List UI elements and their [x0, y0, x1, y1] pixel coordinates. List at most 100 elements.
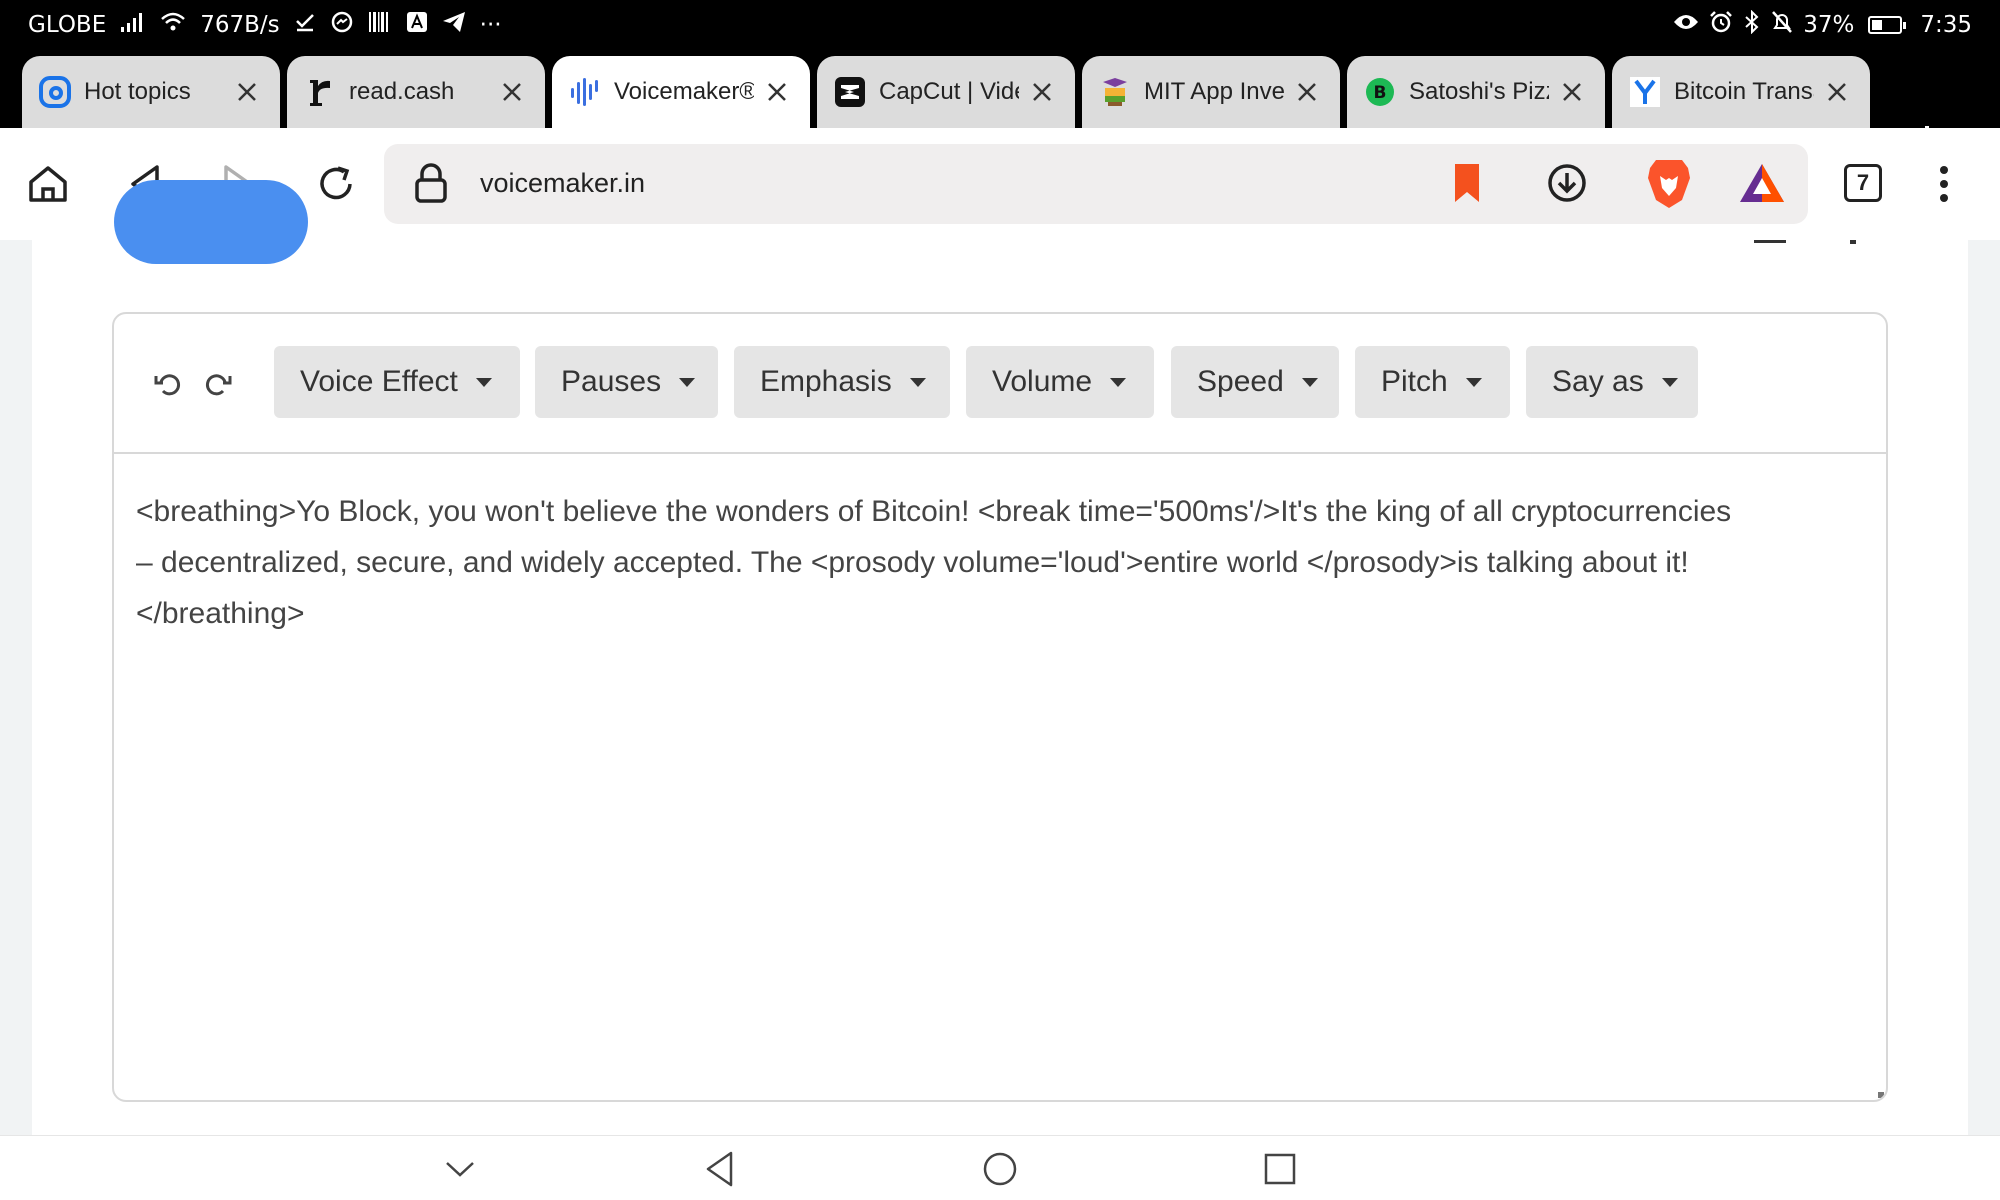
read-cash-r-icon — [303, 75, 337, 109]
close-icon[interactable] — [232, 77, 262, 107]
carrier-name: GLOBE — [28, 12, 107, 38]
tab-title: CapCut | Vide — [879, 78, 1019, 105]
close-icon[interactable] — [1557, 77, 1587, 107]
volume-dropdown[interactable]: Volume — [966, 346, 1154, 418]
more-vert-icon — [1940, 166, 1948, 202]
caret-down-icon — [1661, 377, 1678, 387]
tab-read-cash[interactable]: read.cash — [287, 56, 545, 128]
resize-handle[interactable] — [1878, 1092, 1884, 1098]
close-icon[interactable] — [762, 77, 792, 107]
say-as-dropdown[interactable]: Say as — [1526, 346, 1698, 418]
dropdown-label: Speed — [1197, 365, 1284, 398]
reload-icon — [320, 166, 352, 200]
tab-satoshis-pizza[interactable]: B Satoshi's Pizz — [1347, 56, 1605, 128]
undo-button[interactable] — [150, 366, 186, 402]
system-navigation-bar — [0, 1135, 2000, 1200]
redo-button[interactable] — [200, 366, 236, 402]
close-icon[interactable] — [1822, 77, 1852, 107]
nav-home-icon — [983, 1152, 1017, 1186]
battery-percent: 37% — [1803, 12, 1855, 38]
bat-rewards-icon[interactable] — [1738, 162, 1786, 209]
tab-voicemaker[interactable]: Voicemaker® — [552, 56, 810, 128]
alarm-icon — [1709, 10, 1733, 40]
dropdown-label: Pitch — [1381, 365, 1448, 398]
text-line: – decentralized, secure, and widely acce… — [136, 546, 1689, 579]
dropdown-label: Emphasis — [760, 365, 892, 398]
voice-effect-dropdown[interactable]: Voice Effect — [274, 346, 520, 418]
nav-recents-icon — [1264, 1153, 1296, 1185]
dropdown-label: Volume — [992, 365, 1093, 398]
app-a-icon — [406, 11, 428, 39]
close-icon[interactable] — [1292, 77, 1322, 107]
tab-switcher-button[interactable]: 7 — [1844, 164, 1882, 202]
eye-icon — [1673, 12, 1699, 38]
capcut-icon — [833, 75, 867, 109]
dropdown-label: Pauses — [561, 365, 662, 398]
pitch-dropdown[interactable]: Pitch — [1355, 346, 1510, 418]
hide-keyboard-button[interactable] — [437, 1146, 483, 1192]
divider-stub — [1850, 240, 1856, 244]
caret-down-icon — [1301, 377, 1318, 387]
dropdown-label: Voice Effect — [300, 365, 458, 398]
messenger-icon — [330, 10, 354, 40]
clock: 7:35 — [1920, 12, 1972, 38]
mit-app-inventor-icon — [1098, 75, 1132, 109]
tab-title: read.cash — [349, 78, 455, 105]
address-bar[interactable]: voicemaker.in — [384, 144, 1808, 224]
download-check-icon — [294, 11, 316, 39]
tab-title: Hot topics — [84, 78, 191, 105]
bookmark-icon[interactable] — [1452, 162, 1482, 209]
tab-title: Satoshi's Pizz — [1409, 78, 1549, 105]
close-icon[interactable] — [497, 77, 527, 107]
ssml-text-area[interactable]: <breathing>Yo Block, you won't believe t… — [136, 486, 1876, 639]
svg-text:B: B — [1374, 83, 1387, 103]
nav-home-button[interactable] — [977, 1146, 1023, 1192]
dropdown-label: Say as — [1552, 365, 1644, 398]
url-text[interactable]: voicemaker.in — [480, 168, 645, 199]
brand-b-icon — [38, 75, 72, 109]
nav-recents-button[interactable] — [1257, 1146, 1303, 1192]
download-icon[interactable] — [1546, 162, 1588, 209]
nav-back-icon — [706, 1151, 733, 1187]
reload-button[interactable] — [308, 156, 364, 212]
ssml-editor: Voice Effect Pauses Emphasis Volume Spee… — [112, 312, 1888, 1102]
tab-title: Bitcoin Transa — [1674, 78, 1814, 105]
home-icon — [29, 166, 67, 202]
nav-back-button[interactable] — [697, 1146, 743, 1192]
caret-down-icon — [1110, 377, 1127, 387]
chevron-down-icon — [446, 1162, 474, 1177]
status-bar: GLOBE 767B/s ··· 37% 7:35 — [0, 0, 2000, 50]
caret-down-icon — [679, 377, 696, 387]
caret-down-icon — [475, 377, 492, 387]
emphasis-dropdown[interactable]: Emphasis — [734, 346, 950, 418]
network-speed: 767B/s — [200, 12, 280, 38]
tab-hot-topics[interactable]: Hot topics — [22, 56, 280, 128]
close-icon[interactable] — [1027, 77, 1057, 107]
editor-toolbar: Voice Effect Pauses Emphasis Volume Spee… — [114, 314, 1886, 454]
speed-dropdown[interactable]: Speed — [1171, 346, 1339, 418]
primary-button-partial[interactable] — [114, 180, 308, 264]
menu-button[interactable] — [1916, 156, 1972, 212]
tab-mit-app-inventor[interactable]: MIT App Inve — [1082, 56, 1340, 128]
bluetooth-icon — [1743, 9, 1761, 40]
wifi-icon — [160, 11, 186, 39]
tab-strip: Hot topics read.cash Voicemaker® CapCut … — [0, 50, 2000, 154]
y-combinator-icon — [1628, 75, 1662, 109]
tab-bitcoin-transactions[interactable]: Bitcoin Transa — [1612, 56, 1870, 128]
home-button[interactable] — [20, 156, 76, 212]
pauses-dropdown[interactable]: Pauses — [535, 346, 718, 418]
text-line: <breathing>Yo Block, you won't believe t… — [136, 495, 1732, 528]
text-line: </breathing> — [136, 597, 305, 630]
page-viewport: Voice Effect Pauses Emphasis Volume Spee… — [0, 180, 2000, 1135]
lock-icon — [414, 162, 448, 209]
more-notifications: ··· — [479, 12, 502, 38]
tab-title: MIT App Inve — [1144, 78, 1284, 105]
tab-capcut[interactable]: CapCut | Vide — [817, 56, 1075, 128]
content-card: Voice Effect Pauses Emphasis Volume Spee… — [32, 180, 1968, 1135]
signal-icon — [120, 12, 146, 38]
brave-lion-icon[interactable] — [1646, 158, 1692, 215]
divider-stub — [1754, 240, 1786, 243]
battery-icon — [1868, 16, 1907, 34]
tab-count: 7 — [1856, 170, 1870, 195]
bitcoin-icon: B — [1363, 75, 1397, 109]
